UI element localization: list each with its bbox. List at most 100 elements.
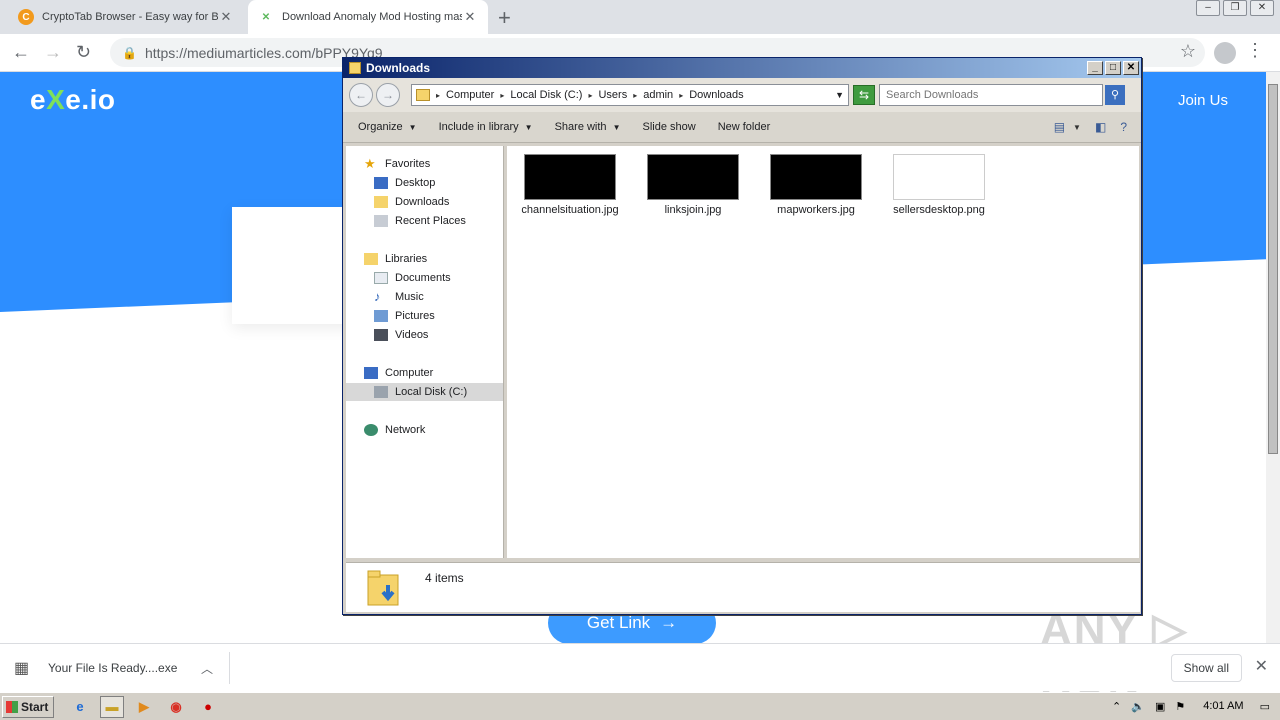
reload-icon[interactable]: ↻ bbox=[76, 42, 91, 63]
clock[interactable]: 4:01 AM bbox=[1203, 700, 1243, 712]
chrome-icon[interactable]: ◉ bbox=[164, 696, 188, 718]
site-logo[interactable]: eXe.io bbox=[30, 84, 116, 116]
forward-icon[interactable]: → bbox=[44, 42, 62, 63]
file-name: channelsituation.jpg bbox=[521, 204, 619, 216]
file-item[interactable]: channelsituation.jpg bbox=[515, 154, 625, 216]
breadcrumb-downloads[interactable]: Downloads bbox=[689, 89, 743, 101]
image-thumbnail bbox=[770, 154, 862, 200]
download-shelf: ▦ Your File Is Ready....exe ︿ Show all ✕ bbox=[0, 643, 1280, 691]
downloads-folder-icon bbox=[374, 196, 388, 208]
file-item[interactable]: mapworkers.jpg bbox=[761, 154, 871, 216]
search-input[interactable] bbox=[879, 84, 1103, 106]
tab-download[interactable]: ✕ Download Anomaly Mod Hosting mas ✕ bbox=[248, 0, 488, 34]
nav-favorites[interactable]: ★ Favorites bbox=[364, 155, 430, 173]
menu-dots-icon[interactable]: ⋮ bbox=[1246, 40, 1264, 61]
bookmark-star-icon[interactable]: ☆ bbox=[1180, 41, 1196, 62]
network-icon bbox=[364, 424, 378, 436]
window-controls: – ❐ ✕ bbox=[1193, 0, 1274, 18]
breadcrumb-users[interactable]: Users bbox=[598, 89, 627, 101]
warning-app-icon[interactable]: ● bbox=[196, 696, 220, 718]
nav-downloads[interactable]: Downloads bbox=[374, 193, 449, 211]
close-tab-icon[interactable]: ✕ bbox=[218, 9, 234, 25]
explorer-titlebar[interactable]: Downloads _ □ ✕ bbox=[343, 58, 1141, 78]
slide-show-button[interactable]: Slide show bbox=[642, 121, 695, 133]
chevron-right-icon[interactable]: ▸ bbox=[588, 91, 592, 100]
cryptotab-icon: C bbox=[18, 9, 34, 25]
page-scrollbar[interactable] bbox=[1266, 72, 1280, 643]
view-options-icon[interactable]: ▤ bbox=[1054, 120, 1065, 134]
logo-suffix: e.io bbox=[65, 84, 116, 115]
breadcrumb-admin[interactable]: admin bbox=[643, 89, 673, 101]
internet-explorer-icon[interactable]: e bbox=[68, 696, 92, 718]
forward-icon[interactable]: → bbox=[376, 83, 400, 107]
close-window-icon[interactable]: ✕ bbox=[1250, 0, 1274, 16]
chevron-down-icon[interactable]: ▼ bbox=[1073, 123, 1081, 132]
restore-icon[interactable]: ❐ bbox=[1223, 0, 1247, 16]
nav-videos[interactable]: Videos bbox=[374, 326, 428, 344]
chevron-right-icon[interactable]: ▸ bbox=[633, 91, 637, 100]
file-item[interactable]: linksjoin.jpg bbox=[638, 154, 748, 216]
start-label: Start bbox=[21, 699, 49, 714]
download-filename: Your File Is Ready....exe bbox=[48, 661, 178, 675]
profile-avatar[interactable] bbox=[1214, 42, 1236, 64]
nav-local-disk[interactable]: Local Disk (C:) bbox=[346, 383, 503, 401]
tab-cryptotab[interactable]: C CryptoTab Browser - Easy way for B ✕ bbox=[8, 0, 244, 34]
explorer-address-row: ← → ▸ Computer ▸ Local Disk (C:) ▸ Users… bbox=[343, 78, 1141, 112]
nav-computer[interactable]: Computer bbox=[364, 364, 433, 382]
breadcrumb-computer[interactable]: Computer bbox=[446, 89, 494, 101]
chevron-up-icon[interactable]: ︿ bbox=[201, 660, 213, 677]
refresh-icon[interactable]: ⇆ bbox=[853, 85, 875, 105]
nav-network[interactable]: Network bbox=[364, 421, 425, 439]
scroll-thumb[interactable] bbox=[1268, 84, 1278, 454]
minimize-icon[interactable]: – bbox=[1196, 0, 1220, 16]
folder-icon bbox=[349, 62, 361, 74]
show-all-button[interactable]: Show all bbox=[1170, 654, 1242, 682]
download-item[interactable]: ▦ Your File Is Ready....exe ︿ bbox=[14, 652, 230, 684]
network-tray-icon[interactable]: ▣ bbox=[1155, 700, 1165, 713]
start-button[interactable]: Start bbox=[2, 695, 54, 718]
pictures-icon bbox=[374, 310, 388, 322]
action-center-flag-icon[interactable]: ⚑ bbox=[1175, 700, 1185, 713]
organize-button[interactable]: Organize ▼ bbox=[358, 121, 417, 133]
breadcrumb[interactable]: ▸ Computer ▸ Local Disk (C:) ▸ Users ▸ a… bbox=[411, 84, 849, 106]
back-icon[interactable]: ← bbox=[12, 42, 30, 63]
nav-pictures[interactable]: Pictures bbox=[374, 307, 435, 325]
speaker-icon[interactable]: 🔈 bbox=[1131, 700, 1145, 713]
close-shelf-icon[interactable]: ✕ bbox=[1255, 656, 1268, 676]
share-with-button[interactable]: Share with ▼ bbox=[555, 121, 621, 133]
system-tray: ⌃ 🔈 ▣ ⚑ 4:01 AM ▭ bbox=[1112, 695, 1280, 717]
join-us-link[interactable]: Join Us bbox=[1178, 92, 1228, 109]
back-icon[interactable]: ← bbox=[349, 83, 373, 107]
minimize-icon[interactable]: _ bbox=[1087, 61, 1103, 75]
file-item[interactable]: sellersdesktop.png bbox=[884, 154, 994, 216]
nav-libraries[interactable]: Libraries bbox=[364, 250, 427, 268]
file-name: sellersdesktop.png bbox=[893, 204, 985, 216]
windows-taskbar: Start e ▬ ▶ ◉ ● ⌃ 🔈 ▣ ⚑ 4:01 AM ▭ bbox=[0, 692, 1280, 720]
new-folder-button[interactable]: New folder bbox=[718, 121, 771, 133]
folder-icon bbox=[416, 89, 430, 101]
nav-recent-places[interactable]: Recent Places bbox=[374, 212, 466, 230]
nav-desktop[interactable]: Desktop bbox=[374, 174, 435, 192]
star-icon: ★ bbox=[364, 156, 376, 171]
media-player-icon[interactable]: ▶ bbox=[132, 696, 156, 718]
chevron-right-icon[interactable]: ▸ bbox=[436, 91, 440, 100]
nav-music[interactable]: ♪ Music bbox=[374, 288, 424, 306]
breadcrumb-local-disk[interactable]: Local Disk (C:) bbox=[510, 89, 582, 101]
search-icon[interactable]: ⚲ bbox=[1105, 85, 1125, 105]
chevron-right-icon[interactable]: ▸ bbox=[500, 91, 504, 100]
chevron-right-icon[interactable]: ▸ bbox=[679, 91, 683, 100]
chevron-down-icon[interactable]: ▼ bbox=[835, 90, 844, 100]
show-desktop-icon[interactable]: ▭ bbox=[1260, 700, 1270, 713]
details-pane: 4 items bbox=[346, 562, 1140, 612]
file-explorer-icon[interactable]: ▬ bbox=[100, 695, 124, 718]
maximize-icon[interactable]: □ bbox=[1105, 61, 1121, 75]
new-tab-icon[interactable]: + bbox=[498, 5, 511, 31]
include-in-library-button[interactable]: Include in library ▼ bbox=[439, 121, 533, 133]
nav-documents[interactable]: Documents bbox=[374, 269, 451, 287]
tray-expand-icon[interactable]: ⌃ bbox=[1112, 700, 1121, 713]
close-icon[interactable]: ✕ bbox=[1123, 61, 1139, 75]
help-icon[interactable]: ? bbox=[1120, 120, 1127, 134]
command-bar: Organize ▼ Include in library ▼ Share with… bbox=[343, 112, 1141, 143]
preview-pane-icon[interactable]: ◧ bbox=[1095, 120, 1106, 134]
close-tab-icon[interactable]: ✕ bbox=[462, 9, 478, 25]
